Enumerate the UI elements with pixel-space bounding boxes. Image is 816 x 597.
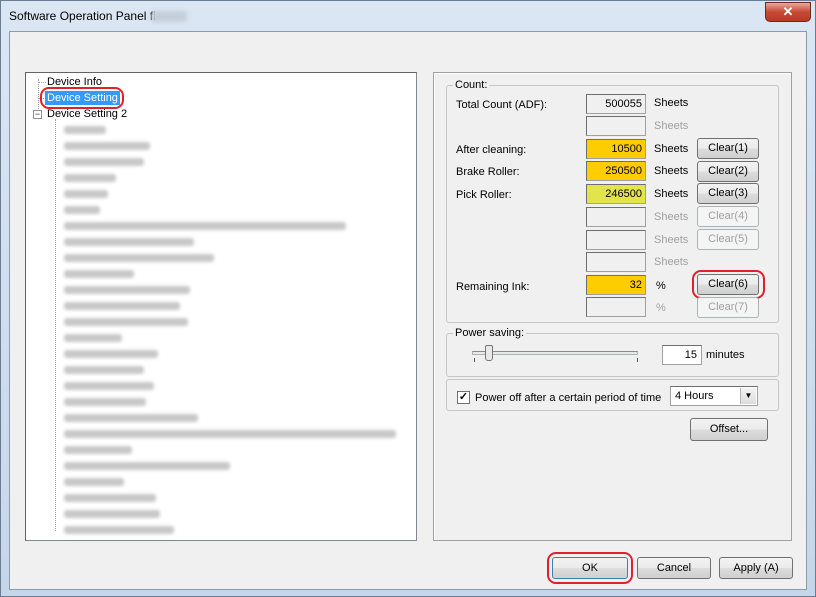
blurred-tree-item [64,494,156,502]
blurred-tree-item [64,270,134,278]
highlight-ring-ok [547,552,633,584]
tree-connector [38,82,46,83]
blurred-tree-item [64,174,116,182]
blurred-tree-item [64,430,396,438]
power-off-duration-select[interactable]: 4 Hours ▼ [670,386,758,406]
clear-5-button[interactable]: Clear(5) [697,229,759,250]
power-off-checkbox[interactable]: ✓ [457,391,470,404]
tree-item-device-setting-2[interactable]: Device Setting 2 [47,108,127,120]
pick-roller-unit: Sheets [654,188,689,200]
count-value-empty [586,207,646,227]
window-title: Software Operation Panel fi- [9,9,160,23]
blurred-tree-item [64,302,180,310]
blurred-tree-item [64,350,158,358]
total-count-value: 500055 [586,94,646,114]
blurred-tree-item [64,366,144,374]
power-off-label: Power off after a certain period of time [475,392,662,404]
blurred-tree-item [64,206,100,214]
blurred-tree-item [64,478,124,486]
power-off-duration-value: 4 Hours [675,390,714,402]
remaining-ink-value: 32 [586,275,646,295]
dialog-window: Software Operation Panel fi- ✕ Device In… [0,0,816,597]
count-unit-disabled: Sheets [654,211,689,223]
highlight-ring-device-setting [40,87,124,109]
blurred-tree-item [64,222,346,230]
clear-7-button[interactable]: Clear(7) [697,297,759,318]
blurred-tree-item [64,254,214,262]
slider-tick [474,358,475,362]
clear-3-button[interactable]: Clear(3) [697,183,759,204]
clear-4-button[interactable]: Clear(4) [697,206,759,227]
blurred-tree-item [64,526,174,534]
count-value-empty [586,116,646,136]
after-cleaning-value: 10500 [586,139,646,159]
pick-roller-label: Pick Roller: [456,189,512,201]
chevron-down-icon[interactable]: ▼ [740,388,756,404]
pick-roller-value: 246500 [586,184,646,204]
count-unit-disabled: Sheets [654,256,689,268]
after-cleaning-label: After cleaning: [456,144,527,156]
minutes-label: minutes [706,349,745,361]
blurred-tree-item [64,446,132,454]
blurred-tree-item [64,158,144,166]
total-count-unit: Sheets [654,97,689,109]
blurred-tree-item [64,286,190,294]
blurred-tree-item [64,334,122,342]
blurred-tree-item [64,126,106,134]
remaining-ink-label: Remaining Ink: [456,281,530,293]
close-icon[interactable]: ✕ [765,2,811,22]
count-unit-disabled: Sheets [654,120,689,132]
power-saving-minutes-field[interactable]: 15 [662,345,702,365]
blurred-tree-item [64,414,198,422]
power-saving-slider-thumb[interactable] [484,345,493,361]
clear-1-button[interactable]: Clear(1) [697,138,759,159]
total-count-label: Total Count (ADF): [456,99,548,111]
count-legend: Count: [455,79,488,91]
count-value-empty [586,230,646,250]
collapse-icon[interactable]: − [33,110,42,119]
blurred-tree-item [64,462,230,470]
brake-roller-unit: Sheets [654,165,689,177]
brake-roller-value: 250500 [586,161,646,181]
settings-tree[interactable]: Device Info Device Setting − Device Sett… [25,72,417,541]
slider-tick [637,358,638,362]
count-value-empty [586,297,646,317]
count-unit-disabled: % [656,302,666,314]
count-value-empty [586,252,646,272]
tree-connector [55,119,56,531]
blurred-tree-item [64,398,146,406]
model-number-redacted [151,11,187,22]
title-bar[interactable]: Software Operation Panel fi- ✕ [1,1,815,31]
blurred-tree-item [64,142,150,150]
remaining-ink-unit: % [656,280,666,292]
apply-button[interactable]: Apply (A) [719,557,793,579]
power-saving-slider-track[interactable] [472,351,638,355]
clear-2-button[interactable]: Clear(2) [697,161,759,182]
settings-panel: Count: Total Count (ADF): 500055 Sheets … [433,72,792,541]
highlight-ring-clear-6 [692,270,765,299]
blurred-tree-item [64,238,194,246]
blurred-tree-item [64,318,188,326]
blurred-tree-item [64,190,108,198]
brake-roller-label: Brake Roller: [456,166,520,178]
blurred-tree-item [64,382,154,390]
count-unit-disabled: Sheets [654,234,689,246]
offset-button[interactable]: Offset... [690,418,768,441]
power-saving-legend: Power saving: [455,327,525,339]
cancel-button[interactable]: Cancel [637,557,711,579]
after-cleaning-unit: Sheets [654,143,689,155]
blurred-tree-item [64,510,160,518]
